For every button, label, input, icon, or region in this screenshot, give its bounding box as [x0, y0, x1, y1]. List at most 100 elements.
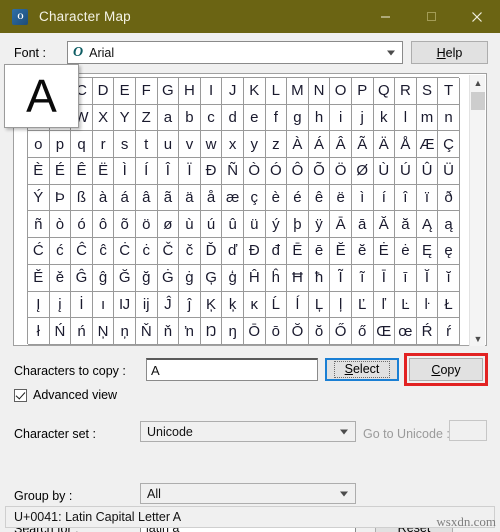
character-cell[interactable]: R [395, 78, 417, 105]
character-cell[interactable]: ê [308, 184, 331, 212]
character-cell[interactable]: Ē [287, 238, 309, 265]
character-cell[interactable]: ļ [330, 291, 352, 319]
character-cell[interactable]: ě [49, 264, 72, 292]
character-cell[interactable]: l [395, 104, 417, 132]
character-cell[interactable]: ĳ [135, 291, 158, 319]
character-cell[interactable]: Ï [179, 158, 201, 185]
character-cell[interactable]: Ø [351, 158, 374, 185]
character-cell[interactable]: È [28, 158, 50, 185]
character-cell[interactable]: œ [395, 318, 417, 345]
character-cell[interactable]: Ġ [157, 264, 180, 292]
character-cell[interactable]: ċ [135, 238, 158, 265]
character-cell[interactable]: u [157, 131, 180, 159]
character-cell[interactable]: ø [157, 211, 180, 239]
character-cell[interactable]: Ŕ [416, 318, 439, 345]
character-cell[interactable]: æ [222, 184, 244, 212]
character-cell[interactable]: ŏ [308, 318, 331, 345]
character-cell[interactable]: Ķ [200, 291, 223, 319]
character-cell[interactable]: Ĩ [330, 264, 352, 292]
character-cell[interactable]: ī [395, 264, 417, 292]
character-cell[interactable]: ŀ [416, 291, 439, 319]
character-cell[interactable]: Ô [287, 158, 309, 185]
character-cell[interactable]: ć [49, 238, 72, 265]
character-cell[interactable]: ő [351, 318, 374, 345]
character-cell[interactable]: ù [179, 211, 201, 239]
character-cell[interactable]: Z [135, 104, 158, 132]
grid-scrollbar[interactable]: ▲ ▼ [469, 75, 485, 346]
help-button[interactable]: Help [411, 41, 488, 64]
character-cell[interactable]: s [114, 131, 136, 159]
character-cell[interactable]: Ģ [200, 264, 223, 292]
character-cell[interactable]: ĥ [265, 264, 288, 292]
character-cell[interactable]: ĝ [92, 264, 115, 292]
character-cell[interactable]: ĩ [351, 264, 374, 292]
character-cell[interactable]: ñ [28, 211, 50, 239]
character-cell[interactable]: D [92, 78, 115, 105]
character-cell[interactable]: Ĵ [157, 291, 180, 319]
character-cell[interactable]: Ä [373, 131, 396, 159]
character-cell[interactable]: X [92, 104, 115, 132]
character-cell[interactable]: É [49, 158, 72, 185]
character-cell[interactable]: Œ [373, 318, 396, 345]
character-cell[interactable]: Ņ [92, 318, 115, 345]
character-cell[interactable]: Ŋ [200, 318, 223, 345]
character-cell[interactable]: Ĝ [71, 264, 93, 292]
character-cell[interactable]: ĭ [438, 264, 460, 292]
character-cell[interactable]: Ã [351, 131, 374, 159]
character-cell[interactable]: Q [373, 78, 396, 105]
character-cell[interactable]: ü [243, 211, 266, 239]
character-cell[interactable]: ô [92, 211, 115, 239]
character-cell[interactable]: T [438, 78, 460, 105]
character-cell[interactable]: ä [179, 184, 201, 212]
character-cell[interactable]: þ [287, 211, 309, 239]
character-cell[interactable]: ç [243, 184, 266, 212]
character-cell[interactable]: Ă [373, 211, 396, 239]
character-cell[interactable]: ğ [135, 264, 158, 292]
character-cell[interactable]: Î [157, 158, 180, 185]
character-cell[interactable]: a [157, 104, 180, 132]
character-cell[interactable]: Ú [395, 158, 417, 185]
character-cell[interactable]: ę [438, 238, 460, 265]
character-cell[interactable]: Ā [330, 211, 352, 239]
character-cell[interactable]: À [287, 131, 309, 159]
character-cell[interactable]: Ó [265, 158, 288, 185]
character-cell[interactable]: j [351, 104, 374, 132]
character-cell[interactable]: Ŀ [395, 291, 417, 319]
character-cell[interactable]: Ç [438, 131, 460, 159]
character-cell[interactable]: å [200, 184, 223, 212]
character-cell[interactable]: ŋ [222, 318, 244, 345]
character-cell[interactable]: ģ [222, 264, 244, 292]
character-cell[interactable]: Ė [373, 238, 396, 265]
character-cell[interactable]: ŉ [179, 318, 201, 345]
character-cell[interactable]: Ò [243, 158, 266, 185]
scrollbar-thumb[interactable] [471, 92, 485, 110]
character-cell[interactable]: Ý [28, 184, 50, 212]
character-cell[interactable]: ĺ [287, 291, 309, 319]
character-cell[interactable]: ķ [222, 291, 244, 319]
character-cell[interactable]: ĕ [351, 238, 374, 265]
character-cell[interactable]: Y [114, 104, 136, 132]
character-cell[interactable]: m [416, 104, 439, 132]
character-cell[interactable]: ħ [308, 264, 331, 292]
character-cell[interactable]: Å [395, 131, 417, 159]
close-button[interactable] [454, 0, 500, 33]
character-cell[interactable]: ĉ [92, 238, 115, 265]
character-cell[interactable]: I [200, 78, 223, 105]
character-cell[interactable]: ú [200, 211, 223, 239]
character-cell[interactable]: b [179, 104, 201, 132]
character-cell[interactable]: G [157, 78, 180, 105]
character-cell[interactable]: û [222, 211, 244, 239]
advanced-view-row[interactable]: Advanced view [14, 388, 117, 402]
character-cell[interactable]: c [200, 104, 223, 132]
character-cell[interactable]: ń [71, 318, 93, 345]
character-cell[interactable]: é [287, 184, 309, 212]
character-cell[interactable]: â [135, 184, 158, 212]
character-cell[interactable]: H [179, 78, 201, 105]
character-cell[interactable]: Æ [416, 131, 439, 159]
character-cell[interactable]: ā [351, 211, 374, 239]
character-cell[interactable]: L [265, 78, 288, 105]
character-cell[interactable]: Ŏ [287, 318, 309, 345]
character-cell[interactable]: d [222, 104, 244, 132]
character-cell[interactable]: Õ [308, 158, 331, 185]
character-cell[interactable]: e [243, 104, 266, 132]
